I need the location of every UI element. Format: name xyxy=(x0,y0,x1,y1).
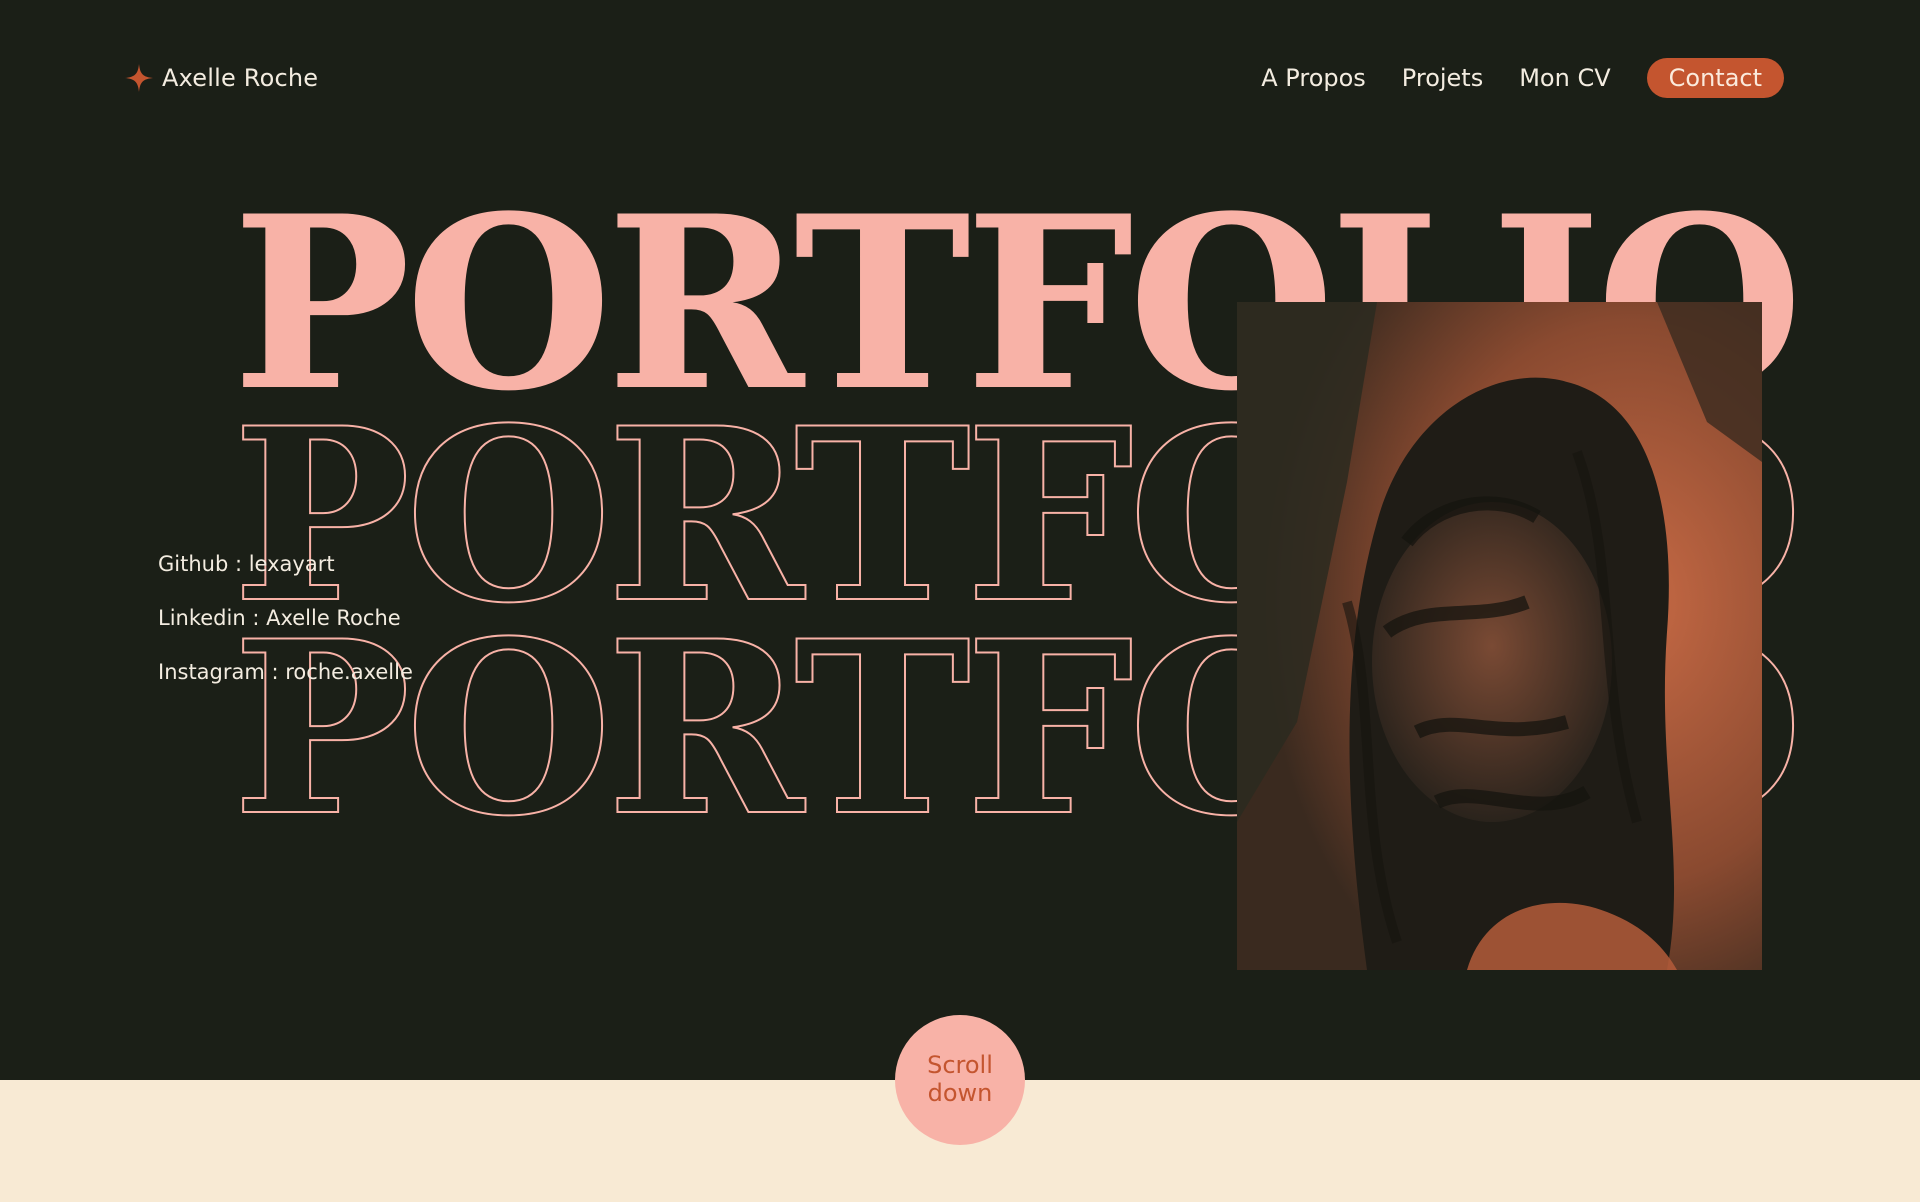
scroll-label-line2: down xyxy=(927,1079,993,1107)
scroll-down-button[interactable]: Scroll down xyxy=(895,1015,1025,1145)
scroll-label-line1: Scroll xyxy=(927,1051,993,1080)
main-nav: A Propos Projets Mon CV Contact xyxy=(1261,58,1784,98)
social-links: Github : lexayart Linkedin : Axelle Roch… xyxy=(158,552,413,714)
portrait-photo xyxy=(1237,302,1762,970)
contact-button[interactable]: Contact xyxy=(1646,58,1784,98)
top-bar: Axelle Roche A Propos Projets Mon CV Con… xyxy=(0,0,1920,160)
logo-text: Axelle Roche xyxy=(162,64,319,92)
nav-link-projets[interactable]: Projets xyxy=(1402,64,1483,92)
nav-link-a-propos[interactable]: A Propos xyxy=(1261,64,1366,92)
sparkle-icon xyxy=(124,63,154,93)
linkedin-link[interactable]: Linkedin : Axelle Roche xyxy=(158,606,413,630)
logo[interactable]: Axelle Roche xyxy=(124,60,318,96)
nav-link-mon-cv[interactable]: Mon CV xyxy=(1519,64,1610,92)
instagram-link[interactable]: Instagram : roche.axelle xyxy=(158,660,413,684)
github-link[interactable]: Github : lexayart xyxy=(158,552,413,576)
